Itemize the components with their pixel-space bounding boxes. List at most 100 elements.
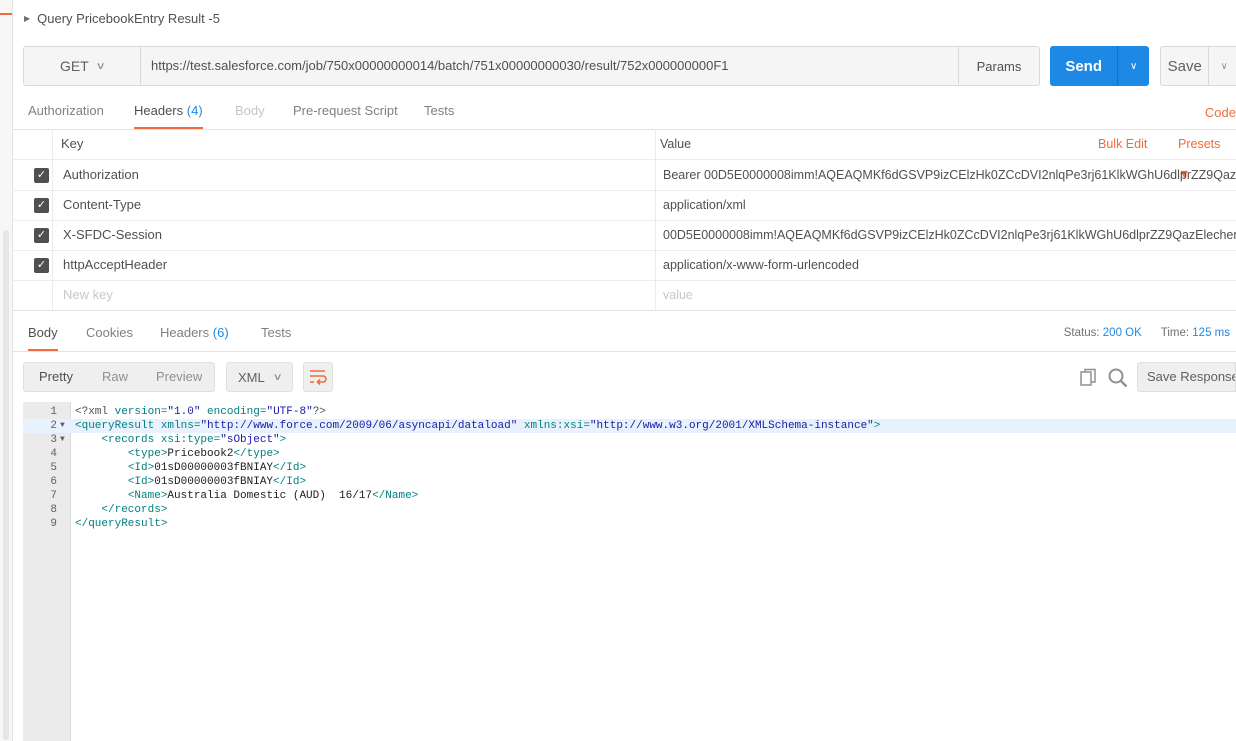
code-link[interactable]: Code	[1205, 96, 1236, 127]
code-line: 6 <Id>01sD00000003fBNIAY</Id>	[23, 475, 1236, 489]
wrap-lines-icon[interactable]	[303, 362, 333, 392]
code-line: 1 <?xml version="1.0" encoding="UTF-8"?>	[23, 405, 1236, 419]
pretty-button[interactable]: Pretty	[39, 363, 73, 391]
header-row: ✓ Content-Type application/xml	[12, 190, 1236, 221]
header-value[interactable]: application/x-www-form-urlencoded	[663, 250, 859, 280]
save-label: Save	[1167, 57, 1202, 75]
code-text: <?xml version="1.0" encoding="UTF-8"?>	[75, 406, 326, 418]
tab-tests[interactable]: Tests	[424, 96, 454, 127]
save-options-chevron-icon[interactable]: ∨	[1208, 47, 1236, 85]
time-value[interactable]: 125 ms	[1192, 327, 1230, 339]
preview-button[interactable]: Preview	[156, 363, 202, 391]
header-row-checkbox[interactable]: ✓	[34, 168, 49, 183]
code-line: 7 <Name>Australia Domestic (AUD) 16/17</…	[23, 489, 1236, 503]
bulk-edit-link[interactable]: Bulk Edit	[1098, 129, 1147, 159]
code-text: <Id>01sD00000003fBNIAY</Id>	[127, 476, 307, 488]
line-number: 6	[50, 476, 57, 488]
code-line: 9 </queryResult>	[23, 517, 1236, 531]
header-value[interactable]: application/xml	[663, 190, 746, 220]
tab-response-tests[interactable]: Tests	[261, 318, 291, 349]
method-label: GET	[59, 58, 89, 74]
fold-toggle-icon[interactable]: ▼	[60, 419, 65, 433]
url-bar: GET ∨ https://test.salesforce.com/job/75…	[23, 46, 1040, 86]
code-text: <Id>01sD00000003fBNIAY</Id>	[127, 462, 307, 474]
code-line: 5 <Id>01sD00000003fBNIAY</Id>	[23, 461, 1236, 475]
method-select[interactable]: GET ∨	[24, 47, 141, 85]
tab-response-headers-label: Headers	[160, 325, 210, 340]
tab-cookies[interactable]: Cookies	[86, 318, 133, 349]
header-row-checkbox[interactable]: ✓	[34, 198, 49, 213]
fold-toggle-icon[interactable]: ▼	[60, 433, 65, 447]
header-row: ✓ X-SFDC-Session 00D5E0000008imm!AQEAQMK…	[12, 220, 1236, 251]
code-line: 4 <type>Pricebook2</type>	[23, 447, 1236, 461]
chevron-down-icon: ∨	[95, 60, 106, 72]
caret-right-icon[interactable]: ▶	[24, 14, 30, 23]
chevron-down-icon: ∨	[272, 371, 283, 383]
new-key-input[interactable]: New key	[63, 280, 113, 310]
sidebar-active-indicator	[0, 13, 12, 15]
code-text: <Name>Australia Domestic (AUD) 16/17</Na…	[127, 490, 419, 502]
headers-count-badge: (4)	[186, 103, 203, 118]
tab-body[interactable]: Body	[235, 96, 265, 127]
save-button[interactable]: Save ∨	[1160, 46, 1236, 86]
new-value-input[interactable]: value	[663, 280, 693, 310]
code-text: <type>Pricebook2</type>	[127, 448, 280, 460]
tab-authorization[interactable]: Authorization	[28, 96, 104, 127]
headers-table: Key Value Bulk Edit Presets ▼ ✓ Authoriz…	[12, 129, 1236, 311]
code-text: <records xsi:type="sObject">	[101, 434, 287, 446]
header-key[interactable]: X-SFDC-Session	[63, 220, 162, 250]
request-title-row[interactable]: ▶ Query PricebookEntry Result -5	[24, 9, 220, 27]
headers-table-header: Key Value Bulk Edit Presets ▼	[12, 129, 1236, 181]
code-line: 3 ▼ <records xsi:type="sObject">	[23, 433, 1236, 447]
tab-response-body[interactable]: Body	[28, 318, 58, 351]
response-body-editor[interactable]: 1 <?xml version="1.0" encoding="UTF-8"?> 2…	[23, 402, 1236, 741]
code-line: 8 </records>	[23, 503, 1236, 517]
search-icon[interactable]	[1107, 367, 1129, 389]
code-text: </records>	[101, 504, 168, 516]
value-column-header: Value	[660, 137, 692, 151]
line-number: 7	[50, 490, 57, 502]
line-number: 3	[50, 434, 57, 446]
response-headers-count-badge: (6)	[212, 325, 229, 340]
time-label: Time:	[1160, 327, 1190, 339]
send-options-chevron-icon[interactable]: ∨	[1117, 46, 1149, 86]
tab-response-headers[interactable]: Headers (6)	[160, 318, 229, 349]
new-header-row: New key value	[12, 280, 1236, 311]
sidebar-scrollbar[interactable]	[3, 230, 9, 740]
header-row-checkbox[interactable]: ✓	[34, 228, 49, 243]
header-row: ✓ httpAcceptHeader application/x-www-for…	[12, 250, 1236, 281]
response-meta: Status: 200 OK Time: 125 ms	[1064, 318, 1230, 349]
line-number: 4	[50, 448, 57, 460]
header-row-checkbox[interactable]: ✓	[34, 258, 49, 273]
tab-headers[interactable]: Headers (4)	[134, 96, 203, 129]
request-tabs: Authorization Headers (4) Body Pre-reque…	[12, 96, 1236, 130]
params-button[interactable]: Params	[958, 47, 1039, 85]
header-key[interactable]: Content-Type	[63, 190, 141, 220]
raw-button[interactable]: Raw	[102, 363, 128, 391]
url-input[interactable]: https://test.salesforce.com/job/750x0000…	[151, 47, 728, 85]
send-button[interactable]: Send ∨	[1050, 46, 1149, 86]
line-number: 9	[50, 518, 57, 530]
header-row: ✓ Authorization Bearer 00D5E0000008imm!A…	[12, 160, 1236, 191]
request-title: Query PricebookEntry Result -5	[37, 10, 220, 26]
header-key[interactable]: httpAcceptHeader	[63, 250, 167, 280]
format-select[interactable]: XML ∨	[226, 362, 293, 392]
copy-icon[interactable]	[1079, 368, 1099, 388]
tab-headers-label: Headers	[134, 103, 184, 118]
code-line: 2 ▼ <queryResult xmlns="http://www.force.c…	[23, 419, 1236, 433]
code-text: <queryResult xmlns="http://www.force.com…	[75, 420, 881, 432]
line-number: 8	[50, 504, 57, 516]
tab-prerequest-script[interactable]: Pre-request Script	[293, 96, 398, 127]
key-column-header: Key	[61, 136, 84, 151]
response-tabs: Body Cookies Headers (6) Tests Status: 2…	[12, 318, 1236, 352]
save-response-button[interactable]: Save Response	[1137, 362, 1236, 392]
format-label: XML	[237, 369, 265, 385]
status-value[interactable]: 200 OK	[1103, 327, 1142, 339]
header-value[interactable]: 00D5E0000008imm!AQEAQMKf6dGSVP9izCElzHk0…	[663, 220, 1236, 250]
response-view-toggle: Pretty Raw Preview	[23, 362, 215, 392]
status-label: Status:	[1063, 327, 1100, 339]
header-value[interactable]: Bearer 00D5E0000008imm!AQEAQMKf6dGSVP9iz…	[663, 160, 1236, 190]
line-number: 5	[50, 462, 57, 474]
header-key[interactable]: Authorization	[63, 160, 139, 190]
line-number: 1	[50, 406, 57, 418]
